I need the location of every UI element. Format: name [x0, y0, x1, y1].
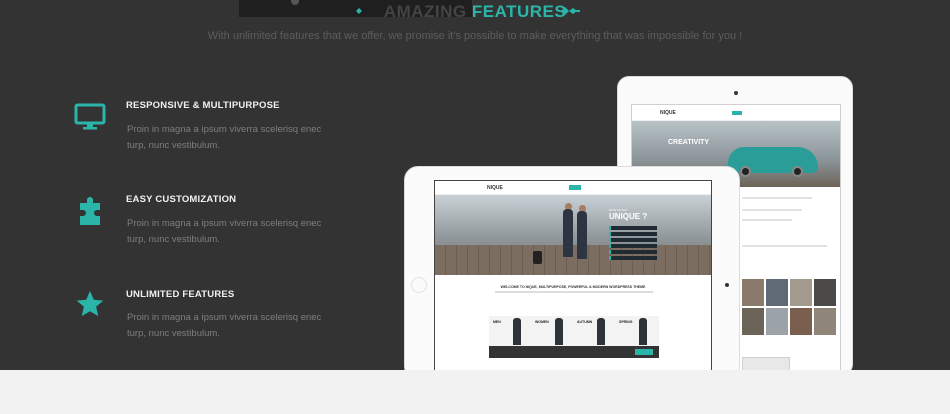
- star-icon: [76, 291, 104, 317]
- bullet: [609, 244, 657, 248]
- feature-description: Proin in magna a ipsum viverra scelerisq…: [127, 124, 322, 151]
- monitor-icon: [74, 103, 106, 130]
- text-line: [742, 219, 792, 221]
- tablet-mockup-front: NIQUE HOW TO SAY UNIQUE ? WELCOME TO NIQ…: [404, 166, 740, 370]
- photo: [814, 308, 836, 335]
- mini-hero-title: CREATIVITY: [668, 139, 710, 146]
- wheel-icon: [740, 166, 751, 177]
- heading-accent: FEATURES: [471, 2, 567, 21]
- wheel-icon: [792, 166, 803, 177]
- photo: [790, 279, 812, 306]
- bullet: [609, 232, 657, 236]
- feature-description: Proin in magna a ipsum viverra scelerisq…: [127, 218, 322, 245]
- bullet: [609, 226, 657, 230]
- mini-nav-active: [732, 111, 742, 115]
- mini-hero-title: UNIQUE ?: [609, 212, 648, 221]
- category-row: MEN WOMEN AUTUMN SPRING: [489, 316, 659, 346]
- photo-grid: [742, 279, 838, 337]
- suitcase-image: [533, 251, 542, 264]
- category-label: MEN: [493, 320, 501, 324]
- mini-logo: NIQUE: [660, 110, 676, 116]
- feature-title: EASY CUSTOMIZATION: [126, 194, 237, 205]
- text-line: [495, 291, 653, 293]
- feature-description: Proin in magna a ipsum viverra scelerisq…: [127, 312, 322, 339]
- mini-navbar: NIQUE: [435, 181, 711, 195]
- category-men: MEN: [491, 316, 531, 346]
- mini-promo-bar: [489, 346, 659, 358]
- mini-promo-button: [635, 349, 653, 355]
- heading-prefix: AMAZING: [383, 2, 472, 21]
- features-section: AMAZING FEATURES With unlimited features…: [0, 0, 950, 370]
- person-figure: [577, 211, 587, 259]
- bullet: [609, 238, 657, 242]
- mini-navbar: NIQUE: [632, 105, 840, 121]
- mini-nav-active: [569, 185, 581, 190]
- heading-right-ornament-icon: [561, 7, 580, 15]
- camera-icon: [734, 91, 738, 95]
- feature-title: UNLIMITED FEATURES: [126, 289, 235, 300]
- text-line: [742, 245, 827, 247]
- photo: [814, 279, 836, 306]
- camera-icon: [725, 283, 729, 287]
- photo: [766, 279, 788, 306]
- photo: [742, 308, 764, 335]
- mini-logo: NIQUE: [487, 185, 503, 191]
- mini-welcome: WELCOME TO NIQUE, MULTIPURPOSE, POWERFUL…: [500, 285, 646, 289]
- home-button-icon: [411, 277, 427, 293]
- mini-hero: HOW TO SAY UNIQUE ?: [435, 195, 711, 275]
- category-spring: SPRING: [617, 316, 657, 346]
- text-line: [742, 209, 802, 211]
- text-line: [742, 197, 812, 199]
- section-subheading: With unlimited features that we offer, w…: [207, 30, 743, 42]
- person-figure: [563, 209, 573, 257]
- person-figure: [555, 318, 563, 345]
- section-heading: AMAZING FEATURES: [0, 2, 950, 22]
- laptop-image: [742, 357, 790, 370]
- photo: [742, 279, 764, 306]
- bullet: [609, 250, 657, 254]
- bullet: [609, 256, 657, 260]
- category-label: SPRING: [619, 320, 633, 324]
- tablet-screen-front: NIQUE HOW TO SAY UNIQUE ? WELCOME TO NIQ…: [434, 180, 712, 370]
- photo: [766, 308, 788, 335]
- category-women: WOMEN: [533, 316, 573, 346]
- bottom-strip: [0, 370, 950, 414]
- person-figure: [597, 318, 605, 345]
- category-label: AUTUMN: [577, 320, 593, 324]
- category-autumn: AUTUMN: [575, 316, 615, 346]
- feature-title: RESPONSIVE & MULTIPURPOSE: [126, 100, 280, 111]
- car-image: [728, 147, 818, 177]
- puzzle-icon: [80, 197, 100, 225]
- category-label: WOMEN: [535, 320, 549, 324]
- photo: [790, 308, 812, 335]
- hero-deck: [435, 245, 711, 275]
- person-figure: [513, 318, 521, 345]
- person-figure: [639, 318, 647, 345]
